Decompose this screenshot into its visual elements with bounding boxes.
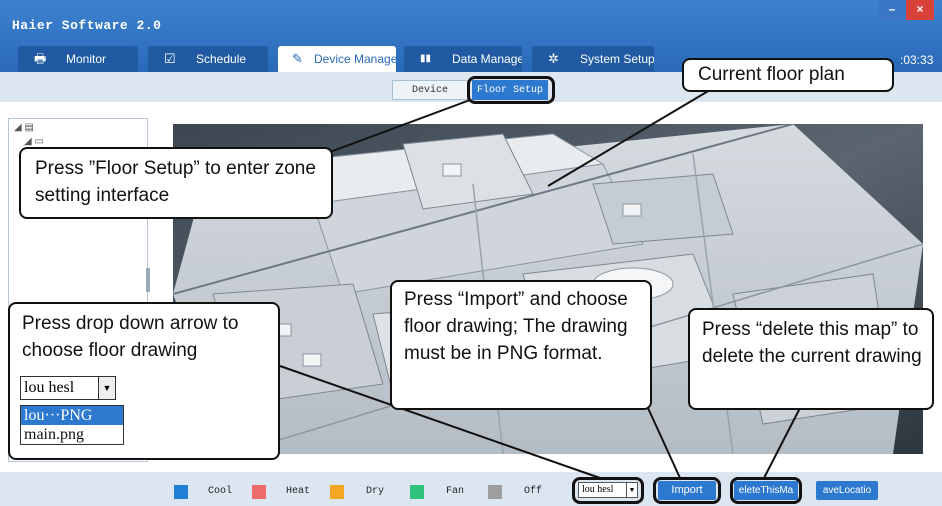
- callout-floor-setup: Press ”Floor Setup” to enter zone settin…: [19, 147, 333, 219]
- popup-floor-list: lou···PNG main.png: [20, 405, 124, 445]
- callout-dropdown-text: Press drop down arrow to choose floor dr…: [22, 313, 239, 361]
- callout-delete: Press “delete this map” to delete the cu…: [688, 308, 934, 410]
- popup-option-lou[interactable]: lou···PNG: [21, 406, 123, 425]
- chevron-down-icon[interactable]: ▼: [98, 377, 115, 399]
- callout-import: Press “Import” and choose floor drawing;…: [390, 280, 652, 410]
- popup-option-main[interactable]: main.png: [21, 425, 123, 444]
- callout-current-floor: Current floor plan: [682, 58, 894, 92]
- popup-floor-select[interactable]: lou hesl ▼: [20, 376, 116, 400]
- popup-select-value: lou hesl: [24, 379, 75, 396]
